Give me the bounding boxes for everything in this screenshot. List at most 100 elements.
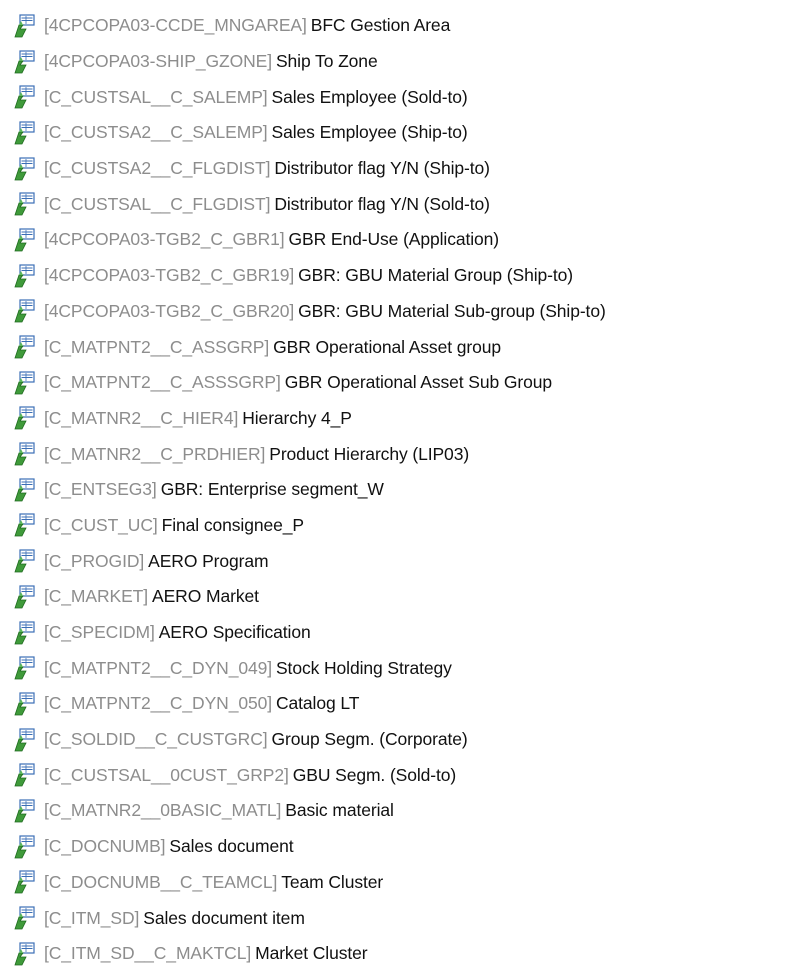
characteristic-icon xyxy=(14,942,35,966)
characteristic-icon xyxy=(14,799,35,823)
characteristic-icon xyxy=(14,835,35,859)
tree-item[interactable]: [4CPCOPA03-TGB2_C_GBR1] GBR End-Use (App… xyxy=(12,222,787,258)
description: GBU Segm. (Sold-to) xyxy=(292,764,457,785)
technical-name: [4CPCOPA03-CCDE_MNGAREA] xyxy=(44,15,307,36)
description: Sales Employee (Ship-to) xyxy=(271,122,468,143)
technical-name: [C_CUSTSA2__C_SALEMP] xyxy=(44,122,268,143)
tree-item[interactable]: [C_CUST_UC] Final consignee_P xyxy=(12,508,787,544)
description: Distributor flag Y/N (Ship-to) xyxy=(274,158,490,179)
technical-name: [C_CUSTSA2__C_FLGDIST] xyxy=(44,158,271,179)
technical-name: [C_MATNR2__C_HIER4] xyxy=(44,407,239,428)
tree-item[interactable]: [C_MATPNT2__C_ASSSGRP] GBR Operational A… xyxy=(12,365,787,401)
tree-item[interactable]: [C_CUSTSA2__C_FLGDIST] Distributor flag … xyxy=(12,151,787,187)
description: Ship To Zone xyxy=(275,51,378,72)
description: Market Cluster xyxy=(255,943,368,964)
description: Sales document item xyxy=(143,907,305,928)
technical-name: [C_MATNR2__C_PRDHIER] xyxy=(44,443,266,464)
characteristic-icon xyxy=(14,121,35,145)
tree-item[interactable]: [4CPCOPA03-TGB2_C_GBR19] GBR: GBU Materi… xyxy=(12,258,787,294)
tree-item[interactable]: [C_ITM_SD] Sales document item xyxy=(12,900,787,936)
description: GBR: Enterprise segment_W xyxy=(160,479,384,500)
technical-name: [C_DOCNUMB__C_TEAMCL] xyxy=(44,871,278,892)
tree-item[interactable]: [C_MATPNT2__C_ASSGRP] GBR Operational As… xyxy=(12,329,787,365)
description: Sales Employee (Sold-to) xyxy=(271,86,468,107)
description: Stock Holding Strategy xyxy=(275,657,452,678)
tree-item[interactable]: [C_CUSTSA2__C_SALEMP] Sales Employee (Sh… xyxy=(12,115,787,151)
description: GBR Operational Asset group xyxy=(273,336,501,357)
description: Group Segm. (Corporate) xyxy=(271,729,468,750)
characteristics-tree: [4CPCOPA03-CCDE_MNGAREA] BFC Gestion Are… xyxy=(12,8,787,972)
description: GBR End-Use (Application) xyxy=(288,229,500,250)
characteristic-icon xyxy=(14,228,35,252)
description: Hierarchy 4_P xyxy=(242,407,352,428)
characteristic-icon xyxy=(14,371,35,395)
technical-name: [C_MATPNT2__C_ASSSGRP] xyxy=(44,372,281,393)
technical-name: [4CPCOPA03-SHIP_GZONE] xyxy=(44,51,272,72)
characteristic-icon xyxy=(14,442,35,466)
tree-item[interactable]: [C_MATNR2__C_PRDHIER] Product Hierarchy … xyxy=(12,436,787,472)
description: Basic material xyxy=(285,800,394,821)
technical-name: [C_CUST_UC] xyxy=(44,514,158,535)
description: Product Hierarchy (LIP03) xyxy=(269,443,470,464)
technical-name: [C_MATPNT2__C_DYN_049] xyxy=(44,657,272,678)
tree-item[interactable]: [C_MATPNT2__C_DYN_049] Stock Holding Str… xyxy=(12,650,787,686)
technical-name: [C_SOLDID__C_CUSTGRC] xyxy=(44,729,268,750)
technical-name: [C_CUSTSAL__0CUST_GRP2] xyxy=(44,764,289,785)
characteristic-icon xyxy=(14,549,35,573)
technical-name: [C_MATPNT2__C_DYN_050] xyxy=(44,693,272,714)
characteristic-icon xyxy=(14,49,35,73)
description: Sales document xyxy=(169,836,294,857)
tree-item[interactable]: [C_MATPNT2__C_DYN_050] Catalog LT xyxy=(12,686,787,722)
tree-item[interactable]: [4CPCOPA03-CCDE_MNGAREA] BFC Gestion Are… xyxy=(12,8,787,44)
characteristic-icon xyxy=(14,692,35,716)
technical-name: [C_MATPNT2__C_ASSGRP] xyxy=(44,336,270,357)
tree-item[interactable]: [C_PROGID] AERO Program xyxy=(12,543,787,579)
characteristic-icon xyxy=(14,264,35,288)
tree-item[interactable]: [C_MATNR2__C_HIER4] Hierarchy 4_P xyxy=(12,401,787,437)
tree-item[interactable]: [C_ITM_SD__C_MAKTCL] Market Cluster xyxy=(12,936,787,972)
characteristic-icon xyxy=(14,406,35,430)
tree-item[interactable]: [C_SOLDID__C_CUSTGRC] Group Segm. (Corpo… xyxy=(12,722,787,758)
technical-name: [C_CUSTSAL__C_SALEMP] xyxy=(44,86,268,107)
characteristic-icon xyxy=(14,299,35,323)
tree-item[interactable]: [C_DOCNUMB__C_TEAMCL] Team Cluster xyxy=(12,865,787,901)
technical-name: [C_PROGID] xyxy=(44,550,145,571)
technical-name: [4CPCOPA03-TGB2_C_GBR19] xyxy=(44,265,295,286)
tree-item[interactable]: [C_ENTSEG3] GBR: Enterprise segment_W xyxy=(12,472,787,508)
technical-name: [C_ENTSEG3] xyxy=(44,479,157,500)
characteristic-icon xyxy=(14,656,35,680)
description: AERO Specification xyxy=(158,622,311,643)
tree-item[interactable]: [C_CUSTSAL__C_FLGDIST] Distributor flag … xyxy=(12,186,787,222)
tree-item[interactable]: [4CPCOPA03-SHIP_GZONE] Ship To Zone xyxy=(12,44,787,80)
description: BFC Gestion Area xyxy=(310,15,451,36)
technical-name: [C_DOCNUMB] xyxy=(44,836,166,857)
characteristic-icon xyxy=(14,906,35,930)
tree-item[interactable]: [C_CUSTSAL__0CUST_GRP2] GBU Segm. (Sold-… xyxy=(12,757,787,793)
characteristic-icon xyxy=(14,14,35,38)
technical-name: [C_ITM_SD] xyxy=(44,907,140,928)
tree-item[interactable]: [4CPCOPA03-TGB2_C_GBR20] GBR: GBU Materi… xyxy=(12,294,787,330)
technical-name: [4CPCOPA03-TGB2_C_GBR1] xyxy=(44,229,285,250)
tree-item[interactable]: [C_DOCNUMB] Sales document xyxy=(12,829,787,865)
technical-name: [C_ITM_SD__C_MAKTCL] xyxy=(44,943,252,964)
characteristic-icon xyxy=(14,585,35,609)
characteristic-icon xyxy=(14,620,35,644)
technical-name: [C_MATNR2__0BASIC_MATL] xyxy=(44,800,282,821)
characteristic-icon xyxy=(14,85,35,109)
technical-name: [C_SPECIDM] xyxy=(44,622,155,643)
description: AERO Program xyxy=(148,550,269,571)
tree-item[interactable]: [C_MATNR2__0BASIC_MATL] Basic material xyxy=(12,793,787,829)
characteristic-icon xyxy=(14,335,35,359)
tree-item[interactable]: [C_MARKET] AERO Market xyxy=(12,579,787,615)
tree-item[interactable]: [C_SPECIDM] AERO Specification xyxy=(12,615,787,651)
description: Catalog LT xyxy=(275,693,360,714)
characteristic-icon xyxy=(14,156,35,180)
description: GBR: GBU Material Sub-group (Ship-to) xyxy=(298,300,606,321)
characteristic-icon xyxy=(14,870,35,894)
description: GBR Operational Asset Sub Group xyxy=(284,372,553,393)
characteristic-icon xyxy=(14,763,35,787)
technical-name: [C_MARKET] xyxy=(44,586,149,607)
description: Distributor flag Y/N (Sold-to) xyxy=(274,193,490,214)
tree-item[interactable]: [C_CUSTSAL__C_SALEMP] Sales Employee (So… xyxy=(12,79,787,115)
technical-name: [4CPCOPA03-TGB2_C_GBR20] xyxy=(44,300,295,321)
